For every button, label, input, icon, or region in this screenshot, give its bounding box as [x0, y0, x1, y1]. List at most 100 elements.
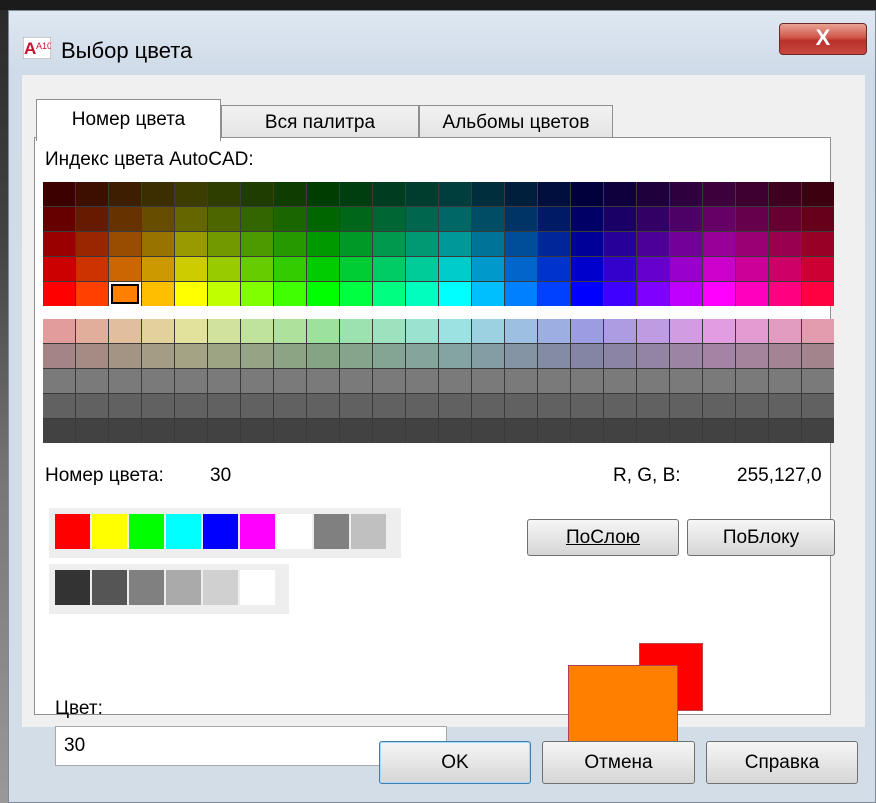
- aci-color-cell[interactable]: [736, 257, 768, 281]
- aci-color-cell[interactable]: [472, 282, 504, 306]
- aci-color-cell[interactable]: [43, 182, 75, 206]
- aci-color-cell[interactable]: [703, 344, 735, 368]
- aci-color-cell[interactable]: [373, 369, 405, 393]
- aci-color-cell[interactable]: [406, 182, 438, 206]
- aci-color-cell[interactable]: [307, 232, 339, 256]
- aci-color-cell[interactable]: [538, 369, 570, 393]
- standard-color-swatch[interactable]: [277, 514, 312, 549]
- aci-color-cell[interactable]: [769, 369, 801, 393]
- aci-color-cell[interactable]: [670, 394, 702, 418]
- aci-color-cell[interactable]: [703, 182, 735, 206]
- aci-color-cell[interactable]: [736, 207, 768, 231]
- aci-color-cell[interactable]: [505, 282, 537, 306]
- aci-color-cell[interactable]: [241, 232, 273, 256]
- aci-color-cell[interactable]: [538, 207, 570, 231]
- aci-color-cell[interactable]: [703, 282, 735, 306]
- aci-color-cell[interactable]: [736, 319, 768, 343]
- aci-color-cell[interactable]: [142, 207, 174, 231]
- tab-color-index[interactable]: Номер цвета: [36, 99, 221, 141]
- aci-color-cell[interactable]: [208, 232, 240, 256]
- aci-color-cell[interactable]: [208, 282, 240, 306]
- aci-color-cell[interactable]: [208, 182, 240, 206]
- aci-color-cell[interactable]: [406, 344, 438, 368]
- aci-color-cell[interactable]: [175, 232, 207, 256]
- aci-color-cell[interactable]: [43, 319, 75, 343]
- aci-color-cell[interactable]: [142, 419, 174, 443]
- aci-color-cell[interactable]: [769, 319, 801, 343]
- aci-color-cell[interactable]: [802, 257, 834, 281]
- aci-color-cell[interactable]: [439, 282, 471, 306]
- aci-color-cell[interactable]: [109, 257, 141, 281]
- aci-color-cell[interactable]: [802, 232, 834, 256]
- tab-color-books[interactable]: Альбомы цветов: [419, 105, 613, 139]
- aci-color-cell[interactable]: [109, 282, 141, 306]
- aci-color-cell[interactable]: [76, 369, 108, 393]
- aci-color-cell[interactable]: [472, 319, 504, 343]
- aci-color-cell[interactable]: [571, 394, 603, 418]
- aci-color-cell[interactable]: [208, 394, 240, 418]
- aci-color-cell[interactable]: [571, 282, 603, 306]
- aci-color-cell[interactable]: [406, 207, 438, 231]
- aci-color-cell[interactable]: [175, 369, 207, 393]
- aci-color-cell[interactable]: [406, 257, 438, 281]
- aci-color-cell[interactable]: [175, 207, 207, 231]
- aci-color-cell[interactable]: [670, 257, 702, 281]
- aci-color-cell[interactable]: [472, 207, 504, 231]
- standard-color-swatch[interactable]: [55, 514, 90, 549]
- aci-color-cell[interactable]: [505, 344, 537, 368]
- aci-color-cell[interactable]: [769, 282, 801, 306]
- aci-color-cell[interactable]: [340, 282, 372, 306]
- aci-color-cell[interactable]: [175, 419, 207, 443]
- aci-color-cell[interactable]: [307, 419, 339, 443]
- standard-color-swatch[interactable]: [351, 514, 386, 549]
- aci-color-cell[interactable]: [274, 282, 306, 306]
- aci-color-cell[interactable]: [142, 257, 174, 281]
- aci-color-cell[interactable]: [76, 319, 108, 343]
- aci-color-cell[interactable]: [472, 369, 504, 393]
- standard-color-swatch[interactable]: [129, 514, 164, 549]
- aci-color-cell[interactable]: [505, 182, 537, 206]
- aci-color-cell[interactable]: [538, 282, 570, 306]
- aci-color-cell[interactable]: [43, 282, 75, 306]
- aci-color-cell[interactable]: [637, 282, 669, 306]
- aci-color-cell[interactable]: [637, 344, 669, 368]
- gray-color-swatch[interactable]: [166, 570, 201, 605]
- aci-color-cell[interactable]: [538, 419, 570, 443]
- aci-color-cell[interactable]: [571, 182, 603, 206]
- aci-color-cell[interactable]: [208, 207, 240, 231]
- standard-color-swatch[interactable]: [166, 514, 201, 549]
- aci-color-cell[interactable]: [703, 369, 735, 393]
- aci-color-cell[interactable]: [208, 319, 240, 343]
- aci-color-cell[interactable]: [373, 182, 405, 206]
- aci-color-cell[interactable]: [340, 319, 372, 343]
- aci-color-cell[interactable]: [703, 419, 735, 443]
- aci-color-cell[interactable]: [604, 344, 636, 368]
- aci-color-cell[interactable]: [307, 369, 339, 393]
- aci-color-cell[interactable]: [175, 319, 207, 343]
- aci-color-cell[interactable]: [571, 344, 603, 368]
- aci-palette-top[interactable]: [43, 182, 834, 306]
- aci-color-cell[interactable]: [208, 419, 240, 443]
- aci-color-cell[interactable]: [43, 369, 75, 393]
- aci-color-cell[interactable]: [142, 369, 174, 393]
- aci-palette-bottom[interactable]: [43, 319, 834, 443]
- aci-color-cell[interactable]: [406, 319, 438, 343]
- aci-color-cell[interactable]: [604, 369, 636, 393]
- aci-color-cell[interactable]: [109, 344, 141, 368]
- aci-color-cell[interactable]: [406, 232, 438, 256]
- aci-color-cell[interactable]: [439, 419, 471, 443]
- aci-color-cell[interactable]: [472, 344, 504, 368]
- aci-color-cell[interactable]: [274, 182, 306, 206]
- aci-color-cell[interactable]: [670, 419, 702, 443]
- aci-color-cell[interactable]: [274, 344, 306, 368]
- aci-color-cell[interactable]: [439, 319, 471, 343]
- aci-color-cell[interactable]: [538, 344, 570, 368]
- aci-color-cell[interactable]: [538, 394, 570, 418]
- aci-color-cell[interactable]: [175, 394, 207, 418]
- aci-color-cell[interactable]: [670, 344, 702, 368]
- aci-color-cell[interactable]: [736, 394, 768, 418]
- aci-color-cell[interactable]: [769, 232, 801, 256]
- aci-color-cell[interactable]: [142, 319, 174, 343]
- aci-color-cell[interactable]: [802, 344, 834, 368]
- aci-color-cell[interactable]: [604, 182, 636, 206]
